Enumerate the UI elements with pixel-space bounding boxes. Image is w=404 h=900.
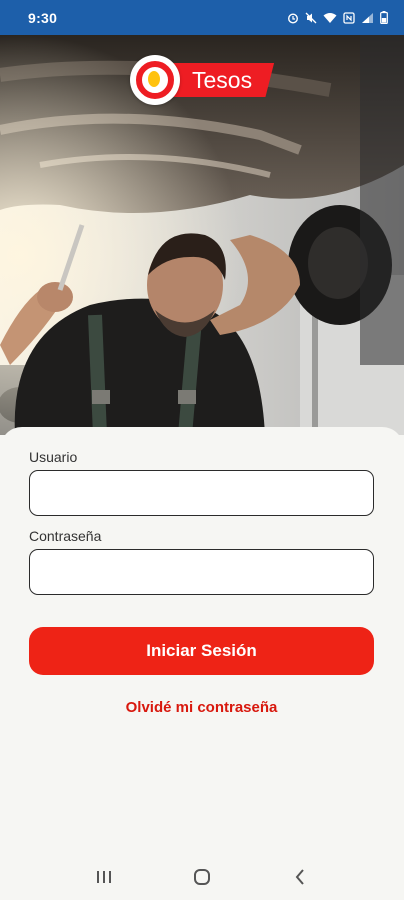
- username-label: Usuario: [29, 449, 78, 465]
- password-input[interactable]: [29, 549, 374, 595]
- back-icon: [295, 868, 304, 885]
- back-button[interactable]: [280, 857, 320, 897]
- brand-logo: Tesos: [130, 55, 275, 105]
- login-form: Usuario Contraseña Iniciar Sesión Olvidé…: [0, 427, 404, 853]
- recents-button[interactable]: [84, 857, 124, 897]
- status-icons: [287, 11, 388, 24]
- status-time: 9:30: [28, 9, 58, 26]
- brand-name: Tesos: [166, 63, 275, 97]
- recents-icon: [97, 870, 111, 883]
- password-label: Contraseña: [29, 528, 102, 544]
- status-bar: 9:30: [0, 0, 404, 35]
- logo-mark-icon: [130, 55, 180, 105]
- signal-icon: [362, 12, 373, 23]
- forgot-password-link[interactable]: Olvidé mi contraseña: [29, 699, 374, 716]
- login-button[interactable]: Iniciar Sesión: [29, 627, 374, 675]
- home-button[interactable]: [182, 857, 222, 897]
- nfc-icon: [343, 11, 355, 24]
- username-input[interactable]: [29, 470, 374, 516]
- alarm-icon: [287, 12, 299, 24]
- wifi-icon: [323, 12, 337, 23]
- mute-icon: [305, 12, 317, 23]
- battery-icon: [380, 11, 388, 24]
- login-screen: 9:30 Tesos Usuario Contraseña Iniciar Se…: [0, 0, 404, 900]
- home-icon: [194, 868, 210, 885]
- system-nav-bar: [0, 853, 404, 900]
